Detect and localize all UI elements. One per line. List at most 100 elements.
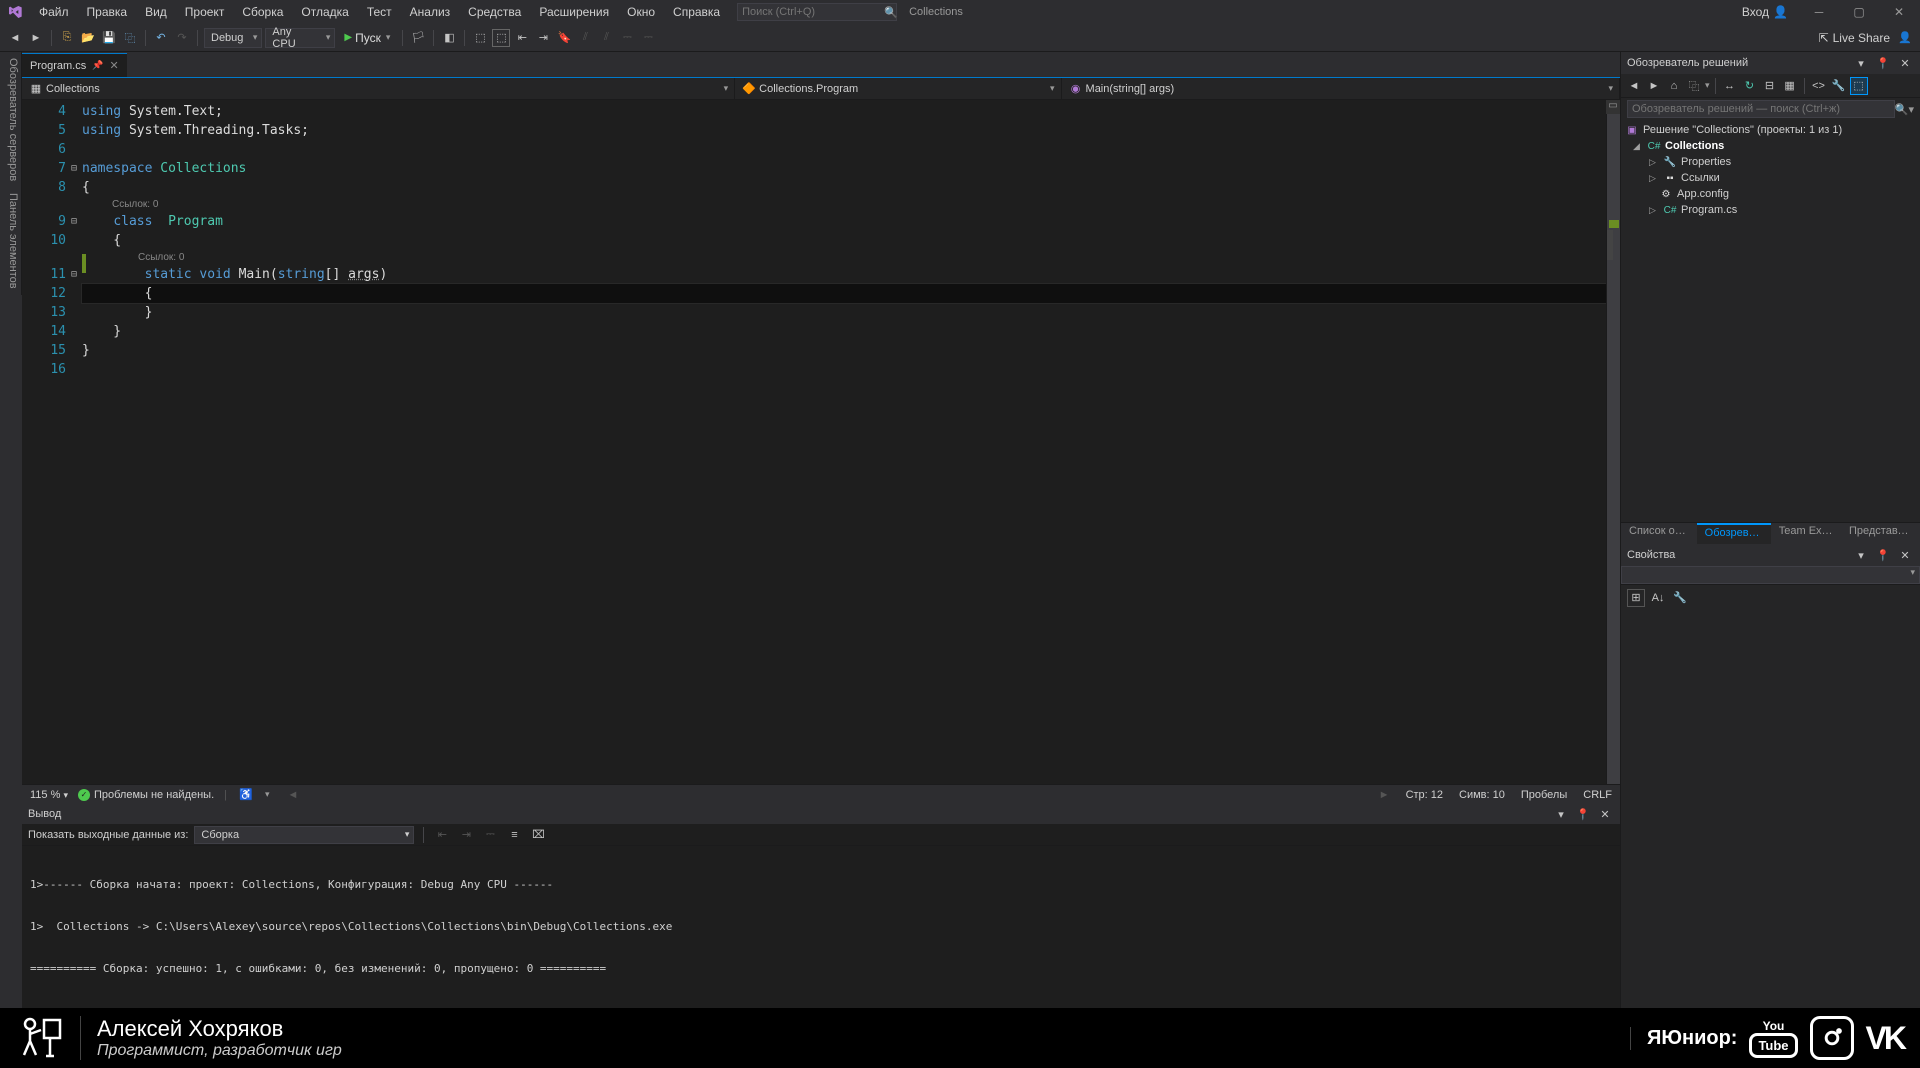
platform-dropdown[interactable]: Any CPU (265, 28, 335, 48)
props-alpha-icon[interactable]: A↓ (1649, 589, 1667, 607)
quick-search[interactable]: 🔍 (737, 3, 897, 21)
se-back-icon[interactable]: ◄ (1625, 77, 1643, 95)
nav-method-dropdown[interactable]: ◉ Main(string[] args) (1062, 78, 1620, 99)
tree-solution-node[interactable]: ▣ Решение "Collections" (проекты: 1 из 1… (1621, 122, 1920, 138)
menu-build[interactable]: Сборка (233, 2, 292, 22)
indent-less-button[interactable]: ⇤ (513, 29, 531, 47)
codelens-refs[interactable]: Ссылок: 0 (82, 197, 1606, 212)
redo-button[interactable]: ↷ (173, 29, 191, 47)
panel-close-icon[interactable]: ✕ (1896, 54, 1914, 72)
fold-icon[interactable]: ⊟ (68, 159, 80, 178)
new-project-button[interactable]: ⎘ (58, 29, 76, 47)
save-button[interactable]: 💾 (100, 29, 118, 47)
output-tb-1[interactable]: ⇤ (433, 826, 451, 844)
open-file-button[interactable]: 📂 (79, 29, 97, 47)
code-content[interactable]: using System.Text; using System.Threadin… (82, 100, 1606, 784)
tree-appconfig-node[interactable]: ⚙ App.config (1621, 186, 1920, 202)
props-dropdown-icon[interactable]: ▾ (1852, 546, 1870, 564)
output-source-dropdown[interactable]: Сборка (194, 826, 414, 844)
menu-help[interactable]: Справка (664, 2, 729, 22)
se-refresh-icon[interactable]: ↻ (1741, 77, 1759, 95)
vtab-toolbox[interactable]: Панель элементов (0, 187, 22, 295)
tree-properties-node[interactable]: ▷ 🔧 Properties (1621, 154, 1920, 170)
run-button[interactable]: ▶ Пуск ▾ (338, 28, 396, 48)
output-tb-3[interactable]: ⎓ (481, 826, 499, 844)
panel-pin-icon[interactable]: 📍 (1874, 54, 1892, 72)
solution-tree[interactable]: ▣ Решение "Collections" (проекты: 1 из 1… (1621, 120, 1920, 522)
panel-dropdown-icon[interactable]: ▾ (1852, 54, 1870, 72)
indent-mode[interactable]: Пробелы (1521, 789, 1567, 801)
close-button[interactable]: ✕ (1884, 2, 1914, 22)
pin-icon[interactable]: 📌 (92, 60, 103, 71)
vtab-server-explorer[interactable]: Обозреватель серверов (0, 52, 22, 187)
save-all-button[interactable]: ⿻ (121, 29, 139, 47)
tb-icon-1[interactable]: 🏳 (409, 29, 427, 47)
live-share-button[interactable]: ⇱ Live Share (1819, 31, 1890, 45)
se-collapse-icon[interactable]: ⊟ (1761, 77, 1779, 95)
props-object-dropdown[interactable]: ▾ (1621, 566, 1920, 584)
comment-button[interactable]: ⫽ (576, 29, 594, 47)
status-icon-1[interactable]: ♿ (237, 786, 255, 804)
output-tb-2[interactable]: ⇥ (457, 826, 475, 844)
se-fwd-icon[interactable]: ► (1645, 77, 1663, 95)
output-wrap-icon[interactable]: ≡ (505, 826, 523, 844)
tab-solution-explorer[interactable]: Обозревател... (1697, 523, 1771, 544)
line-ending[interactable]: CRLF (1583, 789, 1612, 801)
tb-icon-10[interactable]: ⎓ (639, 29, 657, 47)
se-sync-icon[interactable]: ↔ (1721, 77, 1739, 95)
output-clear-icon[interactable]: ⌧ (529, 826, 547, 844)
quick-search-input[interactable] (742, 6, 884, 18)
scroll-map[interactable]: ▭ (1606, 100, 1620, 784)
output-text[interactable]: 1>------ Сборка начата: проект: Collecti… (22, 846, 1620, 1008)
solution-explorer-search[interactable]: 🔍▾ (1621, 98, 1920, 120)
tb-icon-3[interactable]: ⬚ (471, 29, 489, 47)
split-icon[interactable]: ▭ (1606, 100, 1620, 114)
menu-analyze[interactable]: Анализ (401, 2, 460, 22)
file-tab-program[interactable]: Program.cs 📌 ✕ (22, 53, 127, 77)
menu-extensions[interactable]: Расширения (530, 2, 618, 22)
sign-in-button[interactable]: Вход 👤 (1736, 3, 1794, 21)
se-code-icon[interactable]: <> (1810, 77, 1828, 95)
se-preview-icon[interactable]: ⬚ (1850, 77, 1868, 95)
se-save-icon[interactable]: ⿻ (1685, 77, 1703, 95)
tab-team-explorer[interactable]: Team Explorer (1771, 523, 1841, 544)
se-home-icon[interactable]: ⌂ (1665, 77, 1683, 95)
props-close-icon[interactable]: ✕ (1896, 546, 1914, 564)
fold-icon[interactable]: ⊟ (68, 265, 80, 284)
fold-icon[interactable]: ⊟ (68, 212, 80, 231)
props-pin-icon[interactable]: 📍 (1874, 546, 1892, 564)
menu-project[interactable]: Проект (176, 2, 234, 22)
tree-references-node[interactable]: ▷ ▪▪ Ссылки (1621, 170, 1920, 186)
undo-button[interactable]: ↶ (152, 29, 170, 47)
zoom-level[interactable]: 115 % ▾ (30, 789, 68, 801)
se-props-icon[interactable]: 🔧 (1830, 77, 1848, 95)
config-dropdown[interactable]: Debug (204, 28, 262, 48)
menu-edit[interactable]: Правка (78, 2, 137, 22)
output-dropdown-icon[interactable]: ▾ (1552, 805, 1570, 823)
nav-project-dropdown[interactable]: ▦ Collections (22, 78, 735, 99)
tree-programcs-node[interactable]: ▷ C# Program.cs (1621, 202, 1920, 218)
solution-search-input[interactable] (1627, 100, 1895, 118)
tab-error-list[interactable]: Список ошибок (1621, 523, 1697, 544)
menu-file[interactable]: Файл (30, 2, 78, 22)
tab-close-icon[interactable]: ✕ (109, 59, 118, 72)
maximize-button[interactable]: ▢ (1844, 2, 1874, 22)
se-show-all-icon[interactable]: ▦ (1781, 77, 1799, 95)
feedback-button[interactable]: 👤 (1896, 29, 1914, 47)
menu-test[interactable]: Тест (358, 2, 401, 22)
output-close-icon[interactable]: ✕ (1596, 805, 1614, 823)
expand-icon[interactable]: ◢ (1633, 141, 1643, 152)
menu-view[interactable]: Вид (136, 2, 176, 22)
menu-debug[interactable]: Отладка (292, 2, 357, 22)
codelens-refs[interactable]: Ссылок: 0 (82, 250, 1606, 265)
tb-icon-2[interactable]: ◧ (440, 29, 458, 47)
code-editor[interactable]: 45678 910 111213141516 using System.Text… (22, 100, 1620, 784)
nav-class-dropdown[interactable]: 🔶 Collections.Program (735, 78, 1061, 99)
tb-icon-4[interactable]: ⬚ (492, 29, 510, 47)
props-wrench-icon[interactable]: 🔧 (1671, 589, 1689, 607)
expand-icon[interactable]: ▷ (1649, 173, 1659, 184)
expand-icon[interactable]: ▷ (1649, 157, 1659, 168)
menu-window[interactable]: Окно (618, 2, 664, 22)
minimize-button[interactable]: ─ (1804, 2, 1834, 22)
expand-icon[interactable]: ▷ (1649, 205, 1659, 216)
